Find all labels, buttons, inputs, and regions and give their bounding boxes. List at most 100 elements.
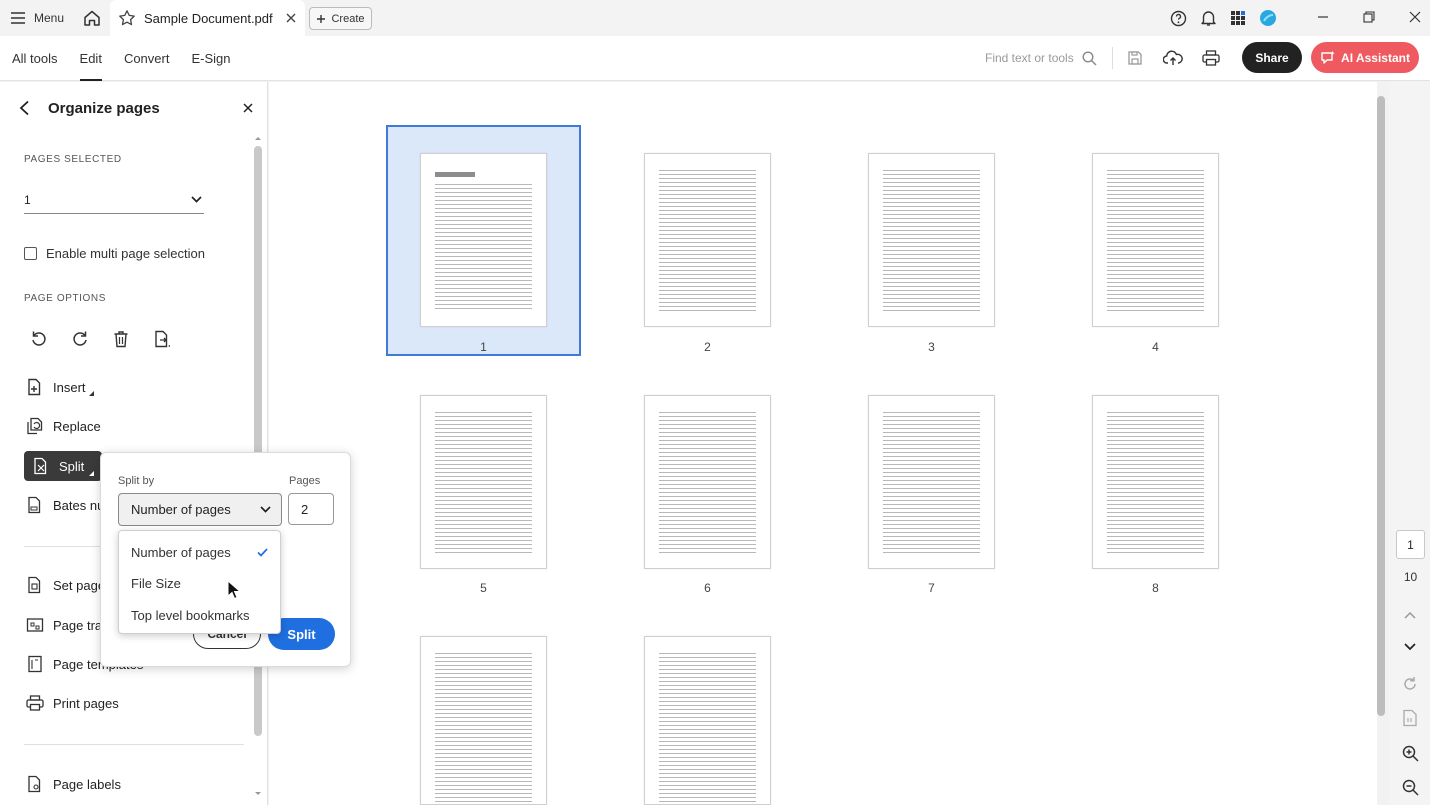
split-option-file-size[interactable]: File Size [119, 568, 280, 598]
scroll-down-icon[interactable] [252, 790, 264, 798]
next-page-button[interactable] [1399, 636, 1421, 658]
submenu-corner-icon [89, 470, 95, 476]
ai-assistant-button[interactable]: AI Assistant [1311, 42, 1419, 73]
split-by-select[interactable]: Number of pages [118, 493, 282, 526]
rotate-right-button[interactable] [69, 328, 91, 350]
main-toolbar: All tools Edit Convert E-Sign Find text … [0, 36, 1430, 81]
pages-count-input[interactable]: 2 [288, 493, 334, 525]
nav-edit[interactable]: Edit [79, 36, 103, 81]
mouse-cursor-icon [227, 580, 241, 600]
page-thumbnail[interactable] [868, 395, 995, 569]
find-tools-search[interactable]: Find text or tools [985, 46, 1097, 70]
window-controls [1300, 4, 1430, 30]
pages-selected-label: PAGES SELECTED [24, 154, 122, 165]
page-fit-button[interactable] [1399, 707, 1421, 729]
print-button[interactable] [1200, 46, 1222, 70]
page-number: 1 [480, 340, 487, 354]
scroll-up-icon[interactable] [252, 134, 264, 142]
home-button[interactable] [80, 6, 104, 30]
save-button[interactable] [1124, 46, 1146, 70]
page-thumbnail[interactable] [1092, 395, 1219, 569]
share-button[interactable]: Share [1242, 42, 1302, 73]
top-nav: All tools Edit Convert E-Sign [12, 36, 231, 81]
chevron-down-icon [1404, 643, 1416, 651]
extract-pages-button[interactable] [151, 328, 173, 350]
panel-header: Organize pages [18, 96, 254, 120]
hamburger-icon [11, 12, 25, 24]
close-icon [1409, 11, 1421, 23]
print-pages-tool[interactable]: Print pages [24, 688, 119, 718]
zoom-out-button[interactable] [1399, 776, 1421, 798]
bates-numbering-tool[interactable]: Bates nu [24, 490, 104, 520]
option-label: File Size [131, 575, 181, 591]
minimize-icon [1318, 16, 1328, 18]
profile-button[interactable] [1258, 6, 1278, 30]
insert-page-icon [24, 376, 46, 398]
previous-page-button[interactable] [1399, 604, 1421, 626]
panel-title: Organize pages [48, 99, 160, 117]
star-icon[interactable] [118, 9, 136, 27]
find-placeholder: Find text or tools [985, 51, 1074, 65]
close-panel-icon[interactable] [242, 102, 254, 114]
split-option-top-level-bookmarks[interactable]: Top level bookmarks [119, 600, 280, 630]
split-tool[interactable]: Split [24, 451, 103, 481]
close-tab-icon[interactable] [285, 12, 297, 24]
set-page-icon [24, 574, 46, 596]
page-thumbnail[interactable] [420, 153, 547, 327]
chevron-up-icon [1404, 611, 1416, 619]
replace-tool[interactable]: Replace [24, 411, 101, 441]
minimize-button[interactable] [1300, 4, 1346, 30]
multi-page-selection[interactable]: Enable multi page selection [24, 246, 205, 261]
page-thumbnail[interactable] [644, 395, 771, 569]
panel-divider [24, 744, 244, 745]
nav-convert[interactable]: Convert [124, 36, 170, 81]
page-number: 4 [1152, 340, 1159, 354]
refresh-icon [1404, 677, 1416, 690]
multi-page-label: Enable multi page selection [46, 246, 205, 261]
page-transitions-tool[interactable]: Page tra [24, 610, 102, 640]
page-thumbnail[interactable] [868, 153, 995, 327]
page-thumbnail[interactable] [420, 636, 547, 805]
total-pages: 10 [1403, 570, 1418, 584]
page-thumbnail[interactable] [644, 153, 771, 327]
pages-selected-dropdown[interactable]: 1 [24, 186, 204, 214]
split-by-dropdown-menu: Number of pages File Size Top level book… [118, 530, 281, 634]
page-thumbnail[interactable] [1092, 153, 1219, 327]
split-by-label: Split by [118, 475, 155, 487]
restore-button[interactable] [1346, 4, 1392, 30]
multi-page-checkbox[interactable] [24, 247, 37, 260]
set-page-boxes-tool[interactable]: Set page [24, 570, 105, 600]
option-label: Number of pages [131, 544, 231, 560]
split-option-number-of-pages[interactable]: Number of pages [119, 537, 280, 567]
nav-all-tools[interactable]: All tools [12, 36, 58, 81]
apps-button[interactable] [1228, 6, 1248, 30]
ai-assistant-icon [1321, 50, 1335, 64]
document-tab[interactable]: Sample Document.pdf [110, 0, 305, 36]
rotate-left-button[interactable] [28, 328, 50, 350]
upload-cloud-button[interactable] [1162, 46, 1184, 70]
zoom-in-button[interactable] [1399, 742, 1421, 764]
plus-icon [317, 14, 326, 23]
extract-page-icon [155, 330, 170, 348]
save-icon [1128, 51, 1142, 65]
back-arrow-icon[interactable] [18, 100, 32, 116]
notifications-button[interactable] [1198, 6, 1218, 30]
title-bar: Menu Sample Document.pdf Create [0, 0, 1430, 36]
submenu-corner-icon [88, 390, 94, 396]
replace-page-icon [24, 415, 46, 437]
current-page-input[interactable]: 1 [1396, 530, 1425, 559]
menu-button[interactable]: Menu [10, 6, 64, 30]
close-window-button[interactable] [1392, 4, 1430, 30]
bates-icon [24, 494, 46, 516]
help-button[interactable] [1168, 6, 1188, 30]
page-thumbnail[interactable] [644, 636, 771, 805]
page-thumbnail[interactable] [420, 395, 547, 569]
canvas-scrollbar[interactable] [1377, 96, 1385, 716]
create-button[interactable]: Create [309, 7, 372, 30]
delete-page-button[interactable] [110, 328, 132, 350]
chevron-down-icon [191, 196, 202, 203]
refresh-button[interactable] [1399, 673, 1421, 695]
nav-esign[interactable]: E-Sign [191, 36, 230, 81]
insert-tool[interactable]: Insert [24, 372, 94, 402]
page-labels-tool[interactable]: Page labels [24, 769, 121, 799]
